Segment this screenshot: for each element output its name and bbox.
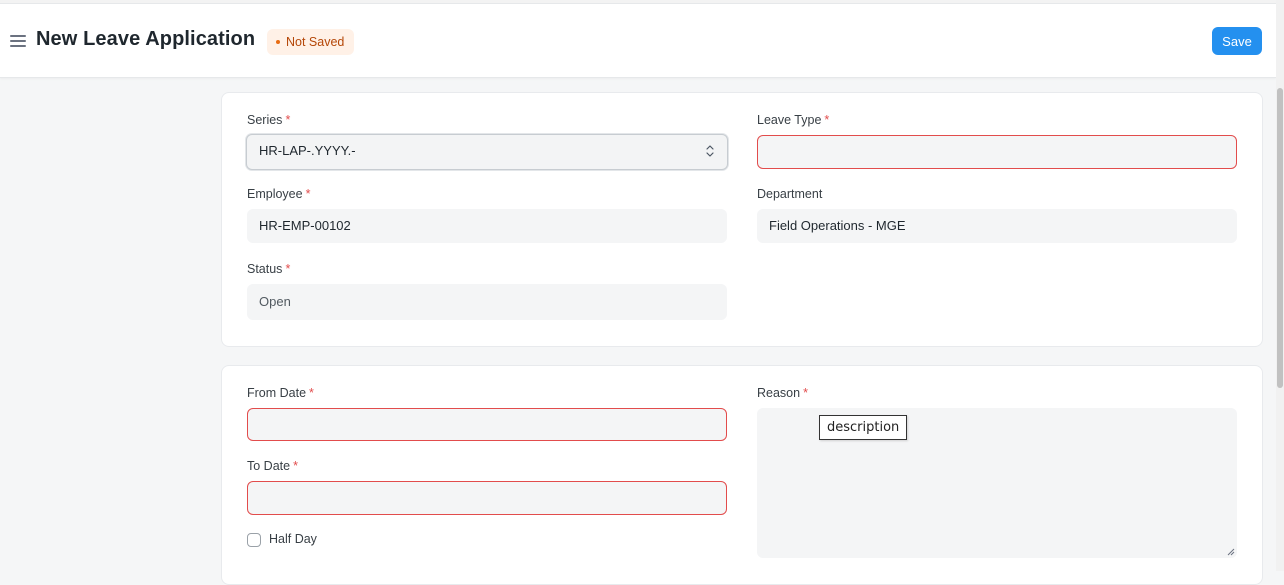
hamburger-icon[interactable] — [10, 35, 26, 47]
series-select[interactable]: HR-LAP-.YYYY.- — [246, 134, 728, 170]
leave-type-input[interactable] — [757, 135, 1237, 169]
employee-label: Employee * — [247, 187, 311, 201]
page-title: New Leave Application — [36, 28, 256, 50]
half-day-label[interactable]: Half Day — [269, 532, 317, 546]
series-value: HR-LAP-.YYYY.- — [259, 143, 356, 158]
department-input[interactable]: Field Operations - MGE — [757, 209, 1237, 243]
chevron-up-down-icon — [706, 145, 714, 157]
from-date-label: From Date * — [247, 386, 314, 400]
resize-handle-icon[interactable] — [1227, 548, 1235, 556]
scrollbar-thumb[interactable] — [1277, 88, 1283, 388]
series-label: Series * — [247, 113, 291, 127]
status-badge-text: Not Saved — [286, 35, 345, 49]
to-date-label: To Date * — [247, 459, 298, 473]
employee-input[interactable]: HR-EMP-00102 — [247, 209, 727, 243]
status-label: Status * — [247, 262, 291, 276]
department-label: Department — [757, 187, 823, 201]
leave-type-label: Leave Type * — [757, 113, 830, 127]
description-tooltip: description — [819, 415, 908, 440]
from-date-input[interactable] — [247, 408, 727, 441]
save-button[interactable]: Save — [1212, 27, 1262, 55]
status-dot-icon — [276, 39, 280, 44]
page-scrollbar[interactable] — [1276, 0, 1284, 571]
status-select[interactable]: Open — [247, 284, 727, 320]
half-day-checkbox[interactable] — [247, 533, 261, 547]
reason-label: Reason * — [757, 386, 808, 400]
to-date-input[interactable] — [247, 481, 727, 515]
status-badge: Not Saved — [267, 29, 355, 55]
page-header: New Leave Application Not Saved Save — [0, 4, 1276, 78]
